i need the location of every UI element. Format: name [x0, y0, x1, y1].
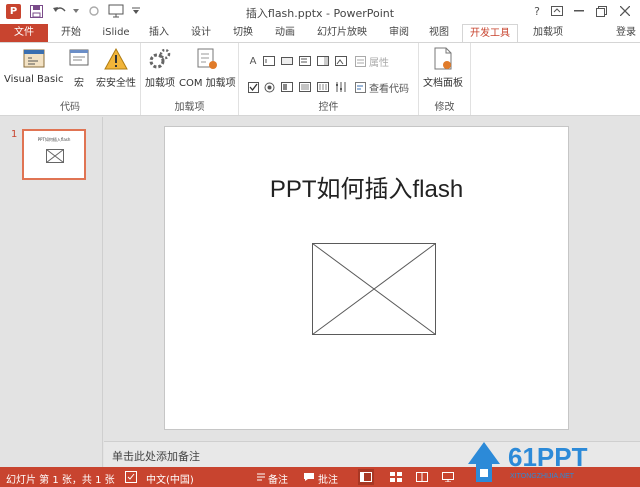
macro-security-button[interactable]: 宏安全性: [96, 46, 136, 89]
document-panel-button[interactable]: 文档面板: [423, 46, 463, 89]
help-glyph: ?: [534, 4, 540, 18]
macro-security-label: 宏安全性: [96, 78, 136, 89]
notes-icon[interactable]: [254, 470, 268, 484]
thumbnail-flash-object-icon: [46, 149, 64, 163]
macros-label: 宏: [74, 78, 84, 89]
frame-control-icon[interactable]: [299, 81, 311, 93]
slide-sorter-view-icon[interactable]: [388, 469, 404, 485]
document-panel-icon: [430, 46, 456, 72]
addins-label: 加载项: [145, 78, 175, 89]
undo-dropdown-icon[interactable]: [68, 3, 84, 19]
code-group-label: 代码: [60, 102, 80, 113]
tab-transitions[interactable]: 切换: [226, 24, 260, 42]
tab-islide[interactable]: iSlide: [94, 24, 138, 42]
reading-view-icon[interactable]: [414, 469, 430, 485]
tab-developer[interactable]: 开发工具: [462, 24, 518, 43]
powerpoint-logo-icon: P: [6, 4, 21, 19]
tab-slide-show[interactable]: 幻灯片放映: [310, 24, 374, 42]
language-status[interactable]: 中文(中国): [146, 471, 194, 486]
addins-button[interactable]: 加载项: [145, 46, 175, 89]
gears-icon: [147, 46, 173, 72]
visual-basic-label: Visual Basic: [4, 74, 64, 85]
scrollbar-control-icon[interactable]: [317, 81, 329, 93]
start-from-beginning-icon[interactable]: [108, 3, 124, 19]
visual-basic-button[interactable]: Visual Basic: [4, 46, 64, 85]
button-control-icon[interactable]: [281, 55, 293, 67]
addins-group-label: 加载项: [174, 102, 205, 113]
document-panel-label: 文档面板: [423, 78, 463, 89]
comments-toggle[interactable]: 批注: [318, 471, 338, 486]
textbox-control-icon[interactable]: [263, 55, 275, 67]
notes-toggle[interactable]: 备注: [268, 471, 288, 486]
app-logo-letter: P: [9, 6, 18, 17]
more-controls-icon[interactable]: [335, 81, 347, 93]
macros-icon: [66, 46, 92, 72]
slide-thumbnail-pane: 1 PPT如何插入flash: [0, 117, 103, 467]
ribbon-display-options-icon[interactable]: [548, 2, 566, 20]
macros-button[interactable]: 宏: [66, 46, 92, 89]
ribbon: Visual Basic 宏 宏安全性 代码 加载项 COM 加载项 加载项 A…: [0, 42, 640, 116]
undo-icon[interactable]: [52, 3, 68, 19]
watermark-sub: XITONGZHIJIA.NET: [510, 473, 575, 480]
com-addins-label: COM 加载项: [179, 78, 236, 89]
watermark-brand: 61PPT: [508, 442, 588, 472]
ribbon-tabs: 文件 开始 iSlide 插入 设计 切换 动画 幻灯片放映 审阅 视图 开发工…: [0, 24, 640, 43]
modify-group-label: 修改: [434, 102, 455, 113]
title-bar: P 插入flash.pptx - PowerPoint ?: [0, 0, 640, 24]
tab-design[interactable]: 设计: [184, 24, 218, 42]
visual-basic-icon: [21, 46, 47, 72]
modify-group: 文档面板 修改: [419, 43, 471, 115]
image-control-icon[interactable]: [335, 55, 347, 67]
tab-addins[interactable]: 加载项: [526, 24, 570, 42]
properties-icon: [355, 56, 366, 67]
slide-show-view-icon[interactable]: [440, 469, 456, 485]
comments-icon[interactable]: [302, 470, 316, 484]
slide-count-status: 幻灯片 第 1 张，共 1 张: [6, 475, 115, 486]
slide-thumbnail-number: 1: [11, 129, 18, 140]
view-code-button[interactable]: 查看代码: [355, 80, 409, 95]
site-watermark-logo: 61PPT XITONGZHIJIA.NET: [468, 442, 588, 482]
notes-placeholder: 单击此处添加备注: [112, 450, 200, 463]
close-icon[interactable]: [616, 2, 634, 20]
view-code-label: 查看代码: [369, 84, 409, 95]
slide-edit-area: PPT如何插入flash: [104, 117, 640, 441]
flash-object-placeholder[interactable]: [312, 243, 436, 335]
help-button[interactable]: ?: [528, 2, 546, 20]
minimize-icon[interactable]: [570, 2, 588, 20]
customize-qat-icon[interactable]: [128, 3, 144, 19]
view-code-icon: [355, 82, 366, 93]
save-icon[interactable]: [28, 3, 44, 19]
controls-group: A 属性 查看代码 控件: [239, 43, 419, 115]
addins-group: 加载项 COM 加载项 加载项: [141, 43, 239, 115]
login-link[interactable]: 登录: [612, 24, 640, 42]
listbox-control-icon[interactable]: [299, 55, 311, 67]
tab-animations[interactable]: 动画: [268, 24, 302, 42]
properties-button[interactable]: 属性: [355, 54, 389, 69]
controls-group-label: 控件: [318, 102, 339, 113]
combobox-control-icon[interactable]: [317, 55, 329, 67]
slide-thumbnail[interactable]: PPT如何插入flash: [22, 129, 86, 180]
tab-view[interactable]: 视图: [422, 24, 456, 42]
tab-insert[interactable]: 插入: [142, 24, 176, 42]
label-control-glyph: A: [249, 55, 257, 67]
redo-icon[interactable]: [86, 3, 102, 19]
toggle-button-control-icon[interactable]: [281, 81, 293, 93]
slide-title[interactable]: PPT如何插入flash: [165, 169, 568, 204]
slide-thumbnail-title: PPT如何插入flash: [37, 137, 71, 142]
com-addins-icon: [194, 46, 220, 72]
properties-label: 属性: [369, 58, 389, 69]
tab-review[interactable]: 审阅: [382, 24, 416, 42]
normal-view-icon[interactable]: [358, 469, 374, 485]
code-group: Visual Basic 宏 宏安全性 代码: [0, 43, 141, 115]
tab-file[interactable]: 文件: [0, 24, 48, 42]
tab-home[interactable]: 开始: [54, 24, 88, 42]
com-addins-button[interactable]: COM 加载项: [179, 46, 236, 89]
restore-icon[interactable]: [592, 2, 610, 20]
warning-icon: [103, 46, 129, 72]
label-control-icon[interactable]: A: [247, 55, 259, 67]
spellcheck-icon[interactable]: [124, 470, 138, 484]
checkbox-control-icon[interactable]: [247, 81, 259, 93]
slide-canvas[interactable]: PPT如何插入flash: [164, 126, 569, 430]
option-button-control-icon[interactable]: [263, 81, 275, 93]
